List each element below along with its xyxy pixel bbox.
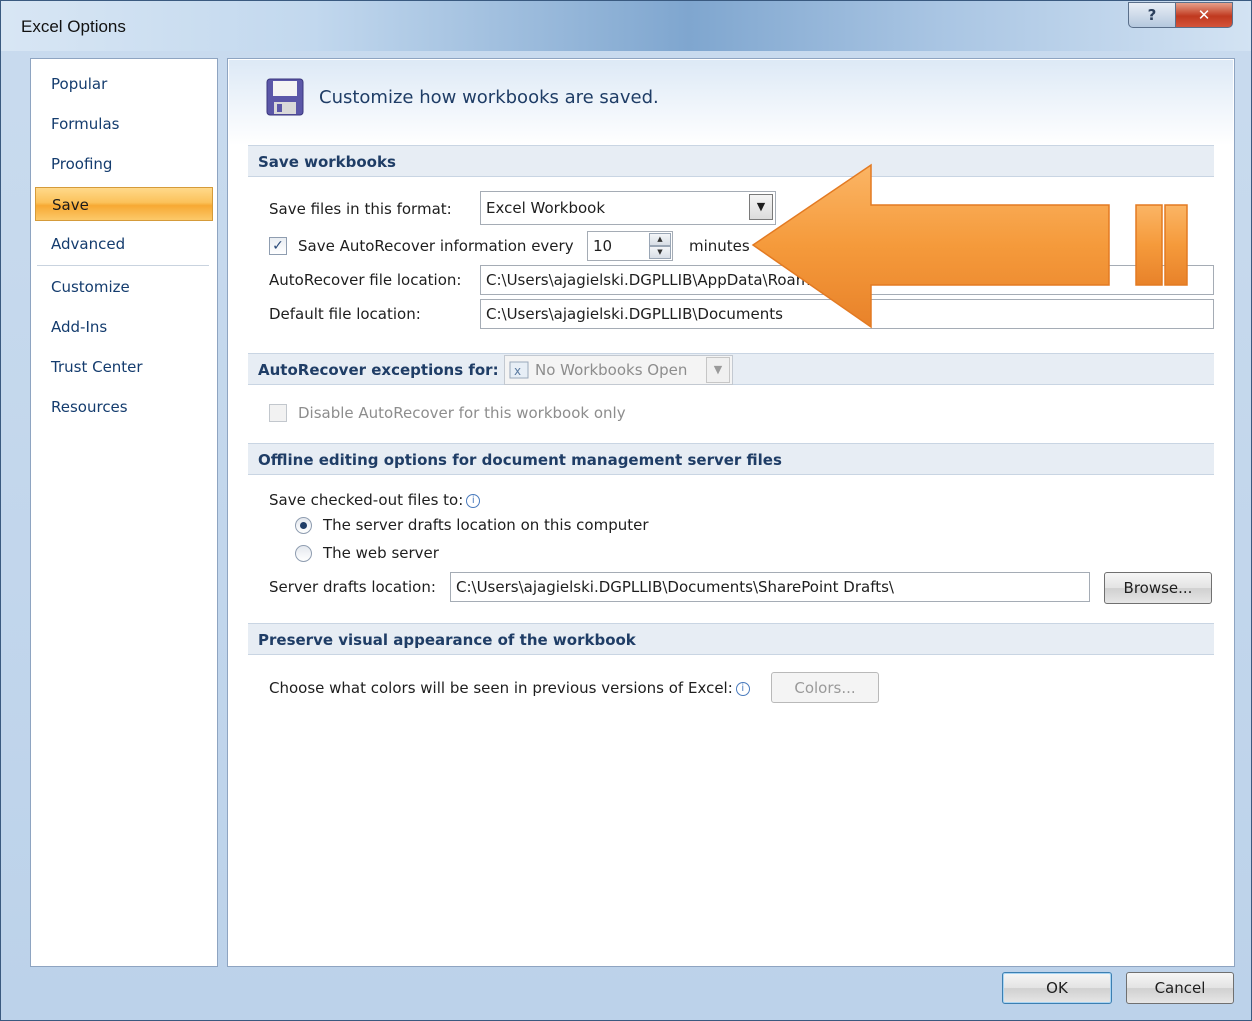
autorecover-minutes-stepper[interactable]: 10 ▲ ▼: [587, 231, 673, 261]
save-checked-out-text: Save checked-out files to:: [269, 491, 464, 509]
autorecover-label: Save AutoRecover information every: [298, 237, 574, 255]
save-format-label: Save files in this format:: [269, 200, 452, 218]
colors-button: Colors...: [771, 672, 879, 703]
cancel-button[interactable]: Cancel: [1126, 972, 1234, 1004]
save-format-value: Excel Workbook: [486, 199, 606, 217]
excel-options-window: Excel Options ? ✕ Popular Formulas Proof…: [0, 0, 1252, 1021]
options-category-list: Popular Formulas Proofing Save Advanced …: [30, 58, 218, 967]
sidebar-item-save[interactable]: Save: [35, 187, 213, 221]
autorecover-checkbox[interactable]: ✓: [269, 237, 287, 255]
radio-server-drafts[interactable]: [295, 517, 312, 534]
default-location-value: C:\Users\ajagielski.DGPLLIB\Documents: [486, 305, 783, 323]
autorecover-exceptions-label: AutoRecover exceptions for:: [258, 361, 499, 379]
title-bar[interactable]: Excel Options ? ✕: [1, 1, 1251, 51]
server-drafts-value: C:\Users\ajagielski.DGPLLIB\Documents\Sh…: [456, 578, 894, 596]
disable-autorecover-label: Disable AutoRecover for this workbook on…: [298, 404, 626, 422]
spin-up-icon[interactable]: ▲: [649, 233, 671, 246]
section-heading-offline-editing: Offline editing options for document man…: [248, 443, 1214, 475]
sidebar-item-popular[interactable]: Popular: [35, 67, 213, 101]
info-icon: i: [466, 493, 481, 508]
colors-label: Choose what colors will be seen in previ…: [269, 679, 750, 697]
page-banner: Customize how workbooks are saved.: [229, 60, 1233, 145]
server-drafts-field[interactable]: C:\Users\ajagielski.DGPLLIB\Documents\Sh…: [450, 572, 1090, 602]
svg-text:x: x: [514, 364, 521, 378]
sidebar-item-customize[interactable]: Customize: [35, 270, 213, 304]
info-icon: i: [735, 681, 750, 696]
radio-web-server-label: The web server: [323, 544, 439, 562]
spin-down-icon[interactable]: ▼: [649, 246, 671, 259]
chevron-down-icon: ▼: [706, 357, 730, 383]
section-heading-visual-appearance: Preserve visual appearance of the workbo…: [248, 623, 1214, 655]
sidebar-item-formulas[interactable]: Formulas: [35, 107, 213, 141]
excel-workbook-icon: x: [509, 361, 529, 379]
sidebar-divider: [37, 265, 209, 266]
disable-autorecover-checkbox: [269, 404, 287, 422]
sidebar-item-resources[interactable]: Resources: [35, 390, 213, 424]
radio-server-drafts-label: The server drafts location on this compu…: [323, 516, 649, 534]
help-button[interactable]: ?: [1128, 2, 1176, 28]
autorecover-location-label: AutoRecover file location:: [269, 271, 462, 289]
sidebar-item-proofing[interactable]: Proofing: [35, 147, 213, 181]
annotation-arrow-icon: [751, 163, 1188, 329]
ok-button[interactable]: OK: [1002, 972, 1112, 1004]
autorecover-minutes-value: 10: [593, 237, 613, 255]
page-title: Customize how workbooks are saved.: [319, 87, 659, 108]
default-location-label: Default file location:: [269, 305, 421, 323]
colors-label-text: Choose what colors will be seen in previ…: [269, 679, 733, 697]
radio-selected-dot: [300, 522, 307, 529]
spin-buttons[interactable]: ▲ ▼: [649, 233, 671, 259]
close-button[interactable]: ✕: [1175, 2, 1233, 28]
floppy-disk-icon: [266, 78, 304, 116]
save-checked-out-label: Save checked-out files to: i: [269, 491, 481, 509]
sidebar-item-trust-center[interactable]: Trust Center: [35, 350, 213, 384]
close-icon: ✕: [1197, 6, 1211, 24]
sidebar-item-add-ins[interactable]: Add-Ins: [35, 310, 213, 344]
sidebar-item-advanced[interactable]: Advanced: [35, 227, 213, 261]
browse-button[interactable]: Browse...: [1104, 572, 1212, 604]
autorecover-workbook-value: No Workbooks Open: [535, 361, 688, 379]
server-drafts-label: Server drafts location:: [269, 578, 436, 596]
autorecover-workbook-dropdown: x No Workbooks Open ▼: [504, 355, 733, 385]
save-format-dropdown[interactable]: Excel Workbook ▼: [480, 191, 776, 225]
minutes-label: minutes: [689, 237, 750, 255]
radio-web-server[interactable]: [295, 545, 312, 562]
window-title: Excel Options: [21, 17, 126, 36]
